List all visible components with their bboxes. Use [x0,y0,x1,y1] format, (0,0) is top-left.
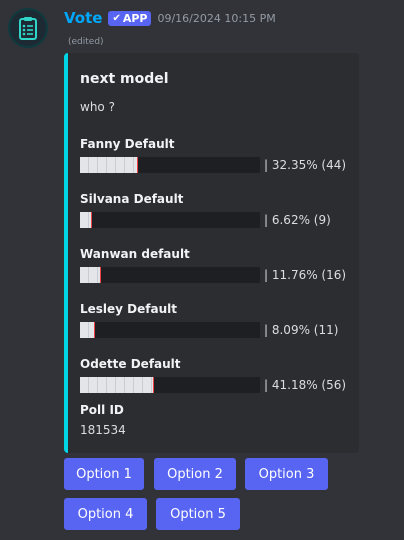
poll-option-name: Silvana Default [80,192,184,206]
poll-option: Fanny Default | 32.35% (44) [80,137,360,174]
poll-embed: next model who ? Fanny Default | 32.35% … [64,53,359,453]
poll-progress-bar [80,322,260,338]
author-name[interactable]: Vote [64,9,102,27]
poll-option: Silvana Default | 6.62% (9) [80,192,360,229]
poll-option-name: Lesley Default [80,302,177,316]
poll-option-result: | 8.09% (11) [264,323,339,337]
option-2-button[interactable]: Option 2 [154,458,236,490]
embed-title: next model [80,71,169,87]
poll-progress-fill [80,322,95,338]
poll-id-value: 181534 [80,423,126,437]
poll-option-name: Fanny Default [80,137,175,151]
poll-option: Wanwan default | 11.76% (16) [80,247,360,284]
poll-progress-bar [80,377,260,393]
option-5-button[interactable]: Option 5 [156,498,240,530]
message-timestamp: 09/16/2024 10:15 PM [157,11,276,25]
poll-option-result: | 11.76% (16) [264,268,347,282]
poll-progress-fill [80,212,92,228]
poll-progress-bar [80,157,260,173]
poll-option-result: | 6.62% (9) [264,213,331,227]
verified-check-icon: ✔ [112,12,121,24]
poll-progress-fill [80,267,102,283]
option-1-button[interactable]: Option 1 [64,458,144,490]
poll-progress-fill [80,157,139,173]
poll-option: Odette Default | 41.18% (56) [80,357,360,394]
option-3-button[interactable]: Option 3 [245,458,328,490]
poll-option: Lesley Default | 8.09% (11) [80,302,360,339]
poll-option-result: | 41.18% (56) [264,378,347,392]
message-header: Vote ✔ APP 09/16/2024 10:15 PM [64,8,276,28]
poll-option-name: Odette Default [80,357,181,371]
poll-option-name: Wanwan default [80,247,190,261]
poll-option-result: | 32.35% (44) [264,158,347,172]
app-badge-label: APP [122,11,148,25]
poll-progress-bar [80,267,260,283]
embed-description: who ? [80,100,115,114]
app-badge: ✔ APP [108,10,152,26]
option-4-button[interactable]: Option 4 [64,498,147,530]
poll-progress-bar [80,212,260,228]
poll-id-label: Poll ID [80,403,124,417]
clipboard-checklist-icon [19,17,37,40]
edited-label: (edited) [68,37,104,47]
poll-progress-fill [80,377,155,393]
bot-avatar[interactable] [8,8,48,48]
